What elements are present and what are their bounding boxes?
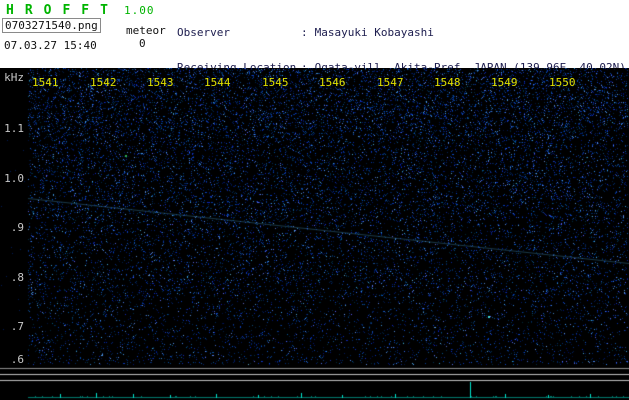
info-colon: : bbox=[301, 26, 308, 39]
x-tick-label: 1546 bbox=[319, 76, 346, 89]
x-tick-label: 1548 bbox=[434, 76, 461, 89]
observation-datetime: 07.03.27 15:40 bbox=[4, 39, 97, 52]
info-label: Observer bbox=[177, 26, 230, 39]
y-tick-label: .8 bbox=[10, 271, 24, 284]
x-tick-label: 1542 bbox=[90, 76, 117, 89]
app-title: HROFFT bbox=[6, 3, 119, 18]
meteor-count-label: meteor bbox=[126, 24, 166, 37]
y-tick-label: 1.1 bbox=[4, 122, 24, 135]
y-tick-label: 1.0 bbox=[4, 172, 24, 185]
x-tick-label: 1547 bbox=[377, 76, 404, 89]
app-version: 1.00 bbox=[124, 4, 155, 17]
y-axis-unit: kHz bbox=[4, 71, 24, 84]
meteor-count-value: 0 bbox=[139, 37, 146, 50]
spectrogram-panel: 1541 1542 1543 1544 1545 1546 1547 1548 … bbox=[0, 68, 629, 400]
x-tick-label: 1550 bbox=[549, 76, 576, 89]
y-tick-label: .6 bbox=[10, 353, 24, 366]
info-value: Masayuki Kobayashi bbox=[314, 26, 434, 39]
x-tick-label: 1543 bbox=[147, 76, 174, 89]
x-tick-label: 1544 bbox=[204, 76, 231, 89]
x-tick-label: 1549 bbox=[491, 76, 518, 89]
y-tick-label: .9 bbox=[10, 221, 24, 234]
hrofft-window: HROFFT 1.00 0703271540.png meteor 0 07.0… bbox=[0, 0, 629, 400]
x-tick-label: 1541 bbox=[32, 76, 59, 89]
info-row-observer: Observer: Masayuki Kobayashi bbox=[177, 27, 626, 39]
output-filename: 0703271540.png bbox=[2, 18, 101, 33]
spectrogram-canvas bbox=[0, 68, 629, 400]
x-tick-label: 1545 bbox=[262, 76, 289, 89]
y-tick-label: .7 bbox=[10, 320, 24, 333]
